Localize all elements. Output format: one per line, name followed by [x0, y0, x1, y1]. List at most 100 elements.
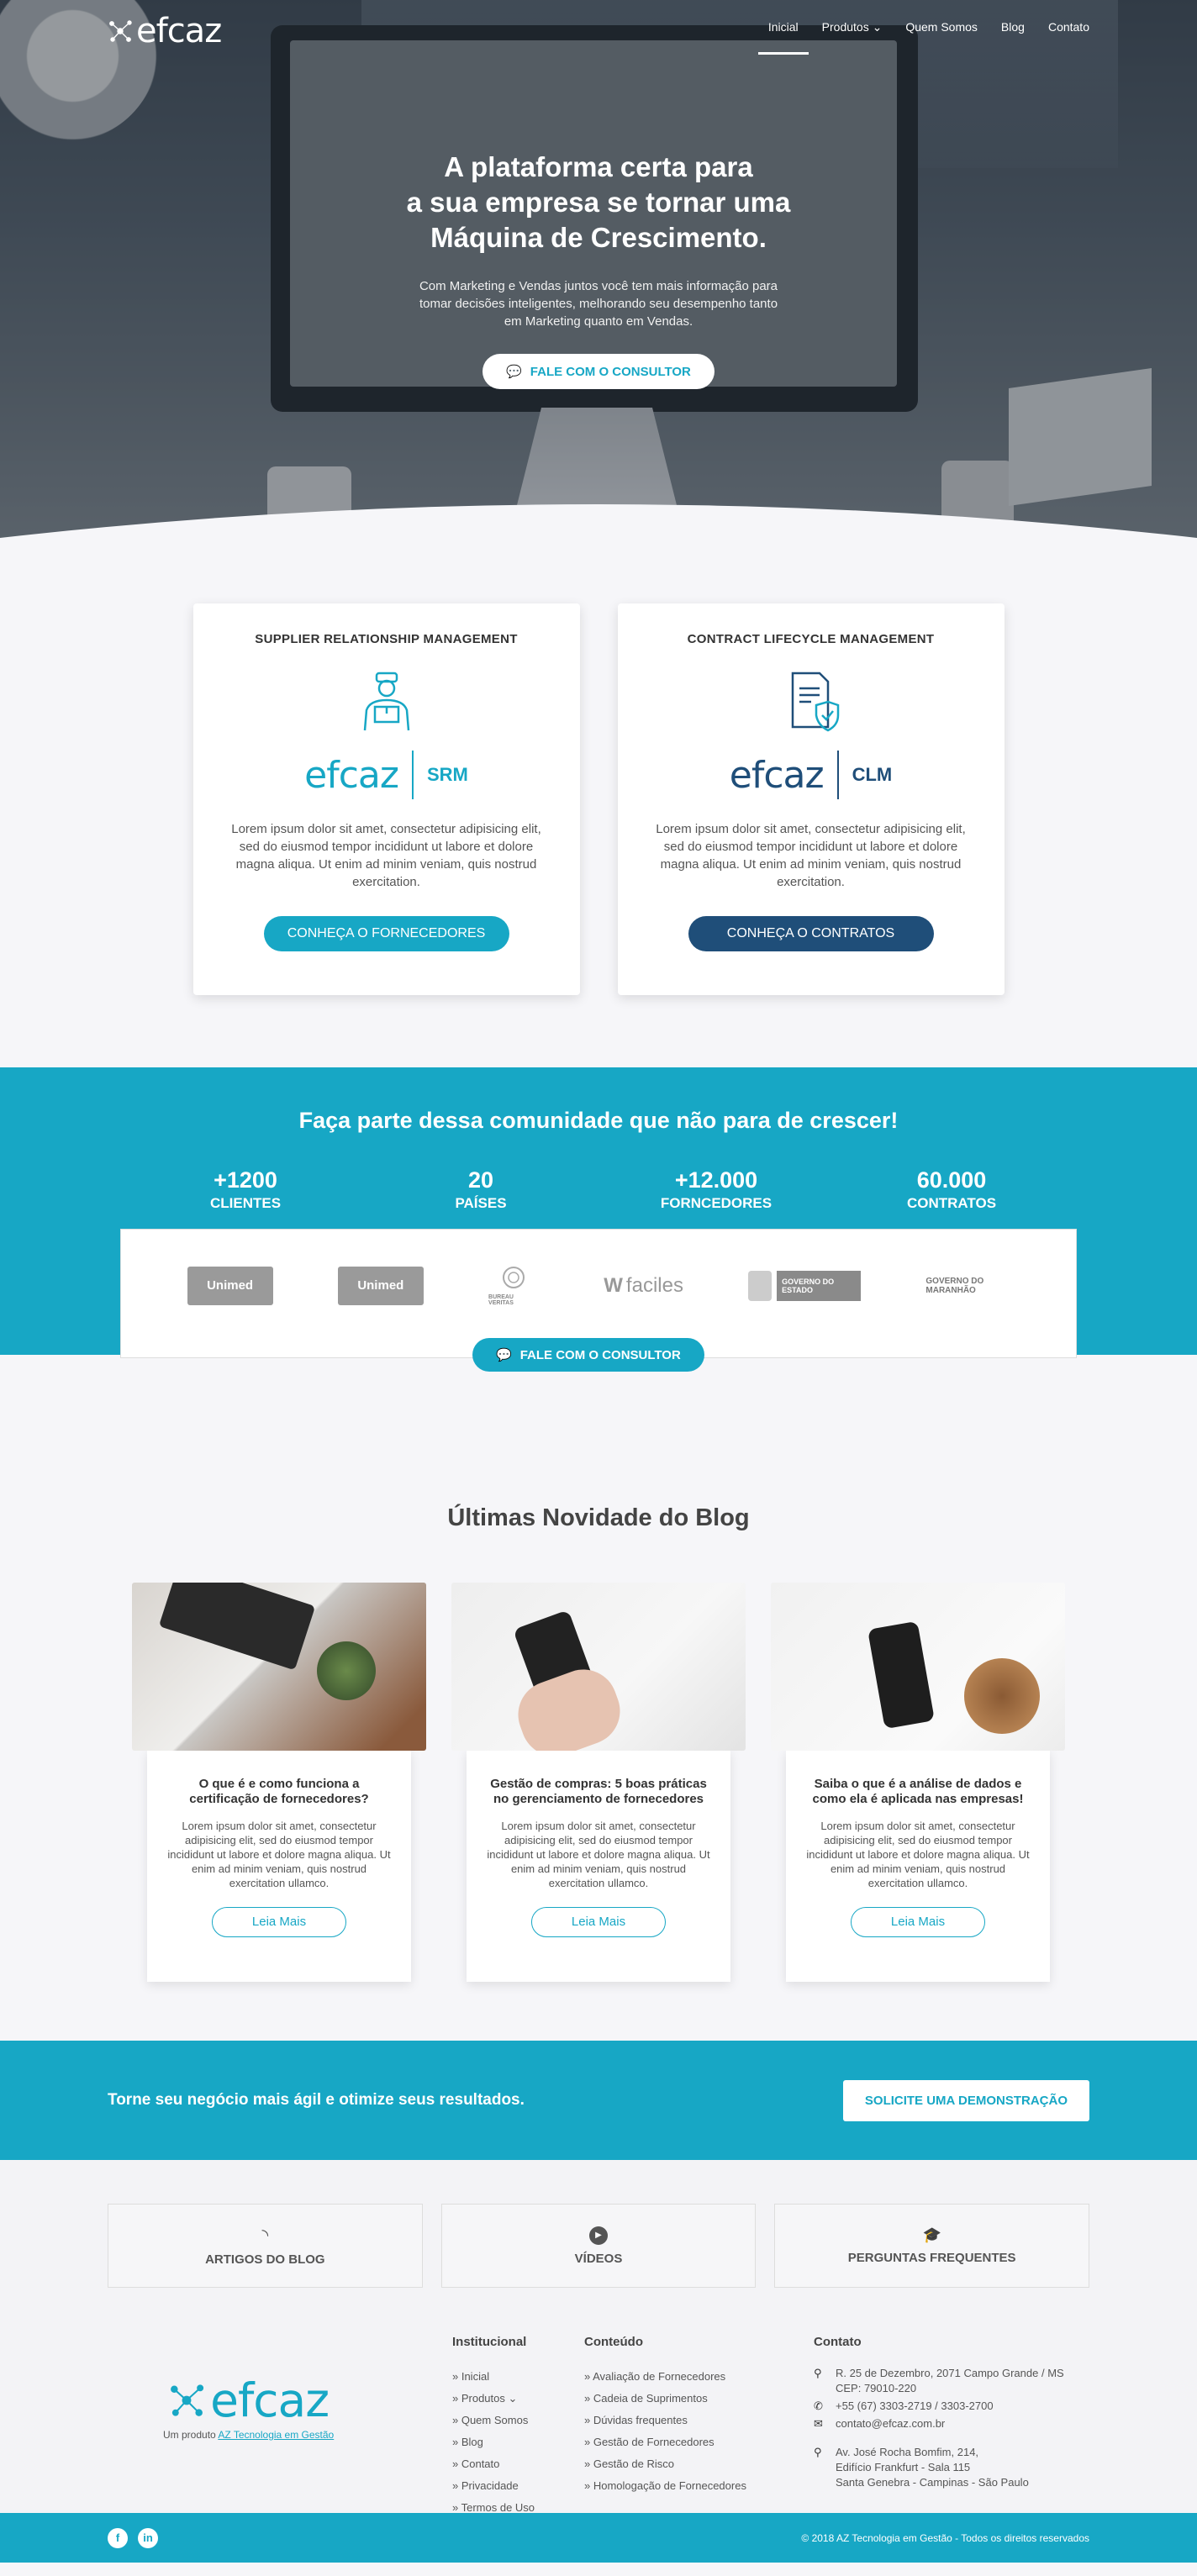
footer-link-homologacao[interactable]: » Homologação de Fornecedores	[584, 2475, 746, 2497]
footer-logo[interactable]: efcaz Um produto AZ Tecnologia em Gestão	[163, 2373, 334, 2441]
footer-link-gestao-fornecedores[interactable]: » Gestão de Fornecedores	[584, 2431, 746, 2453]
post-title[interactable]: Saiba o que é a análise de dados e como …	[804, 1777, 1031, 1807]
contact-address-ms: ⚲ R. 25 de Dezembro, 2071 Campo Grande / …	[814, 2366, 1064, 2396]
clm-learn-more-button[interactable]: CONHEÇA O CONTRATOS	[688, 916, 934, 951]
hero-text-line1: Com Marketing e Vendas juntos você tem m…	[419, 279, 778, 293]
post-image-phone[interactable]	[451, 1583, 746, 1751]
facebook-icon[interactable]: f	[108, 2527, 128, 2548]
partner-logo-governo-ma: GOVERNO DO MARANHÃO	[925, 1266, 1010, 1306]
product-card-srm: SUPPLIER RELATIONSHIP MANAGEMENT efcaz S…	[192, 603, 580, 995]
hero-text-line3: em Marketing quanto em Vendas.	[504, 314, 693, 329]
footer-link-duvidas[interactable]: » Dúvidas frequentes	[584, 2410, 746, 2431]
request-demo-button[interactable]: SOLICITE UMA DEMONSTRAÇÃO	[842, 2079, 1089, 2121]
stat-number: 20	[467, 1167, 494, 1193]
stat-contracts: 60.000 CONTRATOS	[834, 1167, 1069, 1212]
coat-of-arms-icon	[748, 1271, 773, 1301]
nav-item-inicial[interactable]: Inicial	[757, 20, 809, 55]
footer-link-avaliacao[interactable]: » Avaliação de Fornecedores	[584, 2366, 746, 2388]
contact-phone[interactable]: ✆ +55 (67) 3303-2719 / 3303-2700	[814, 2399, 1064, 2414]
address-text: Av. José Rocha Bomfim, 214, Edifício Fran…	[836, 2445, 1029, 2490]
footer-link-cadeia[interactable]: » Cadeia de Suprimentos	[584, 2388, 746, 2410]
product-code: SRM	[426, 764, 468, 785]
az-tecnologia-link[interactable]: AZ Tecnologia em Gestão	[218, 2429, 334, 2441]
logo[interactable]: efcaz	[108, 12, 222, 50]
srm-learn-more-button[interactable]: CONHEÇA O FORNECEDORES	[263, 916, 509, 951]
hero-text: Com Marketing e Vendas juntos você tem m…	[0, 277, 1197, 330]
footer: ◝ ARTIGOS DO BLOG ▶ VÍDEOS 🎓 PERGUNTAS F…	[0, 2160, 1197, 2563]
product-title: SUPPLIER RELATIONSHIP MANAGEMENT	[255, 632, 518, 646]
read-more-button[interactable]: Leia Mais	[851, 1907, 985, 1937]
main-nav: efcaz Inicial Produtos ⌄ Quem Somos Blog…	[0, 0, 1197, 59]
delivery-person-icon	[363, 672, 409, 731]
partner-name: faciles	[625, 1274, 683, 1297]
footer-link-contato[interactable]: » Contato	[452, 2453, 535, 2475]
nav-item-quem-somos[interactable]: Quem Somos	[905, 20, 978, 46]
faq-link[interactable]: 🎓 PERGUNTAS FREQUENTES	[774, 2204, 1090, 2288]
post-body: Gestão de compras: 5 boas práticas no ge…	[467, 1750, 730, 1982]
blog-post-card: Saiba o que é a análise de dados e como …	[771, 1583, 1065, 1982]
hand-shape	[509, 1660, 630, 1751]
post-image-laptop[interactable]	[132, 1583, 426, 1751]
map-pin-icon: ⚲	[814, 2367, 822, 2379]
logo-molecule-icon	[171, 2384, 204, 2416]
post-title[interactable]: Gestão de compras: 5 boas práticas no ge…	[485, 1777, 712, 1807]
coaster-shape	[964, 1658, 1040, 1734]
rss-icon: ◝	[261, 2226, 269, 2245]
stat-number: 60.000	[916, 1167, 987, 1193]
blog-post-card: Gestão de compras: 5 boas práticas no ge…	[451, 1583, 746, 1982]
footer-logo-text: efcaz	[210, 2373, 330, 2427]
footer-link-blog[interactable]: » Blog	[452, 2431, 535, 2453]
partner-logo-governo-ms: GOVERNO DO ESTADO	[748, 1266, 862, 1306]
cta-banner: Torne seu negócio mais ágil e otimize se…	[0, 2041, 1197, 2160]
videos-link[interactable]: ▶ VÍDEOS	[440, 2204, 757, 2288]
products-section: SUPPLIER RELATIONSHIP MANAGEMENT efcaz S…	[0, 563, 1197, 1067]
plant-shape	[317, 1641, 376, 1700]
blog-articles-link[interactable]: ◝ ARTIGOS DO BLOG	[108, 2204, 423, 2288]
linkedin-icon[interactable]: in	[138, 2527, 158, 2548]
cta-text: Torne seu negócio mais ágil e otimize se…	[108, 2091, 525, 2109]
post-image-phone-desk[interactable]	[771, 1583, 1065, 1751]
post-excerpt: Lorem ipsum dolor sit amet, consectetur …	[487, 1820, 710, 1889]
footer-links: » Inicial » Produtos ⌄ » Quem Somos » Bl…	[452, 2366, 535, 2519]
community-consultant-button[interactable]: 💬 FALE COM O CONSULTOR	[472, 1338, 704, 1372]
contact-list: ⚲ R. 25 de Dezembro, 2071 Campo Grande / …	[814, 2366, 1064, 2490]
footer-col-contato: Contato ⚲ R. 25 de Dezembro, 2071 Campo G…	[814, 2335, 1064, 2493]
stat-countries: 20 PAÍSES	[363, 1167, 598, 1212]
footer-col-conteudo: Conteúdo » Avaliação de Fornecedores » C…	[584, 2335, 746, 2497]
nav-item-produtos[interactable]: Produtos ⌄	[822, 20, 883, 46]
footer-link-quem-somos[interactable]: » Quem Somos	[452, 2410, 535, 2431]
footer-link-produtos[interactable]: » Produtos ⌄	[452, 2388, 535, 2410]
blog-section: Últimas Novidade do Blog O que é e como …	[0, 1504, 1197, 2041]
partner-logo-unimed: Unimed	[187, 1266, 273, 1306]
hero-title: A plataforma certa para a sua empresa se…	[0, 150, 1197, 255]
product-card-clm: CONTRACT LIFECYCLE MANAGEMENT efcaz CLM …	[617, 603, 1005, 995]
partner-logo-faciles: Wfaciles	[604, 1266, 683, 1306]
logo-text: efcaz	[136, 12, 222, 50]
nav-item-blog[interactable]: Blog	[1001, 20, 1025, 46]
read-more-button[interactable]: Leia Mais	[531, 1907, 666, 1937]
nav-item-contato[interactable]: Contato	[1048, 20, 1089, 46]
contact-email[interactable]: ✉ contato@efcaz.com.br	[814, 2416, 1064, 2431]
footer-link-privacidade[interactable]: » Privacidade	[452, 2475, 535, 2497]
footer-links: » Avaliação de Fornecedores » Cadeia de …	[584, 2366, 746, 2497]
partner-logo-unimed-2: Unimed	[337, 1266, 424, 1306]
hero: efcaz Inicial Produtos ⌄ Quem Somos Blog…	[0, 0, 1197, 563]
chevron-down-icon: ⌄	[508, 2392, 518, 2405]
partners-wrap: Unimed Unimed BUREAU VERITAS Wfaciles GO…	[0, 1229, 1197, 1503]
chat-icon: 💬	[496, 1348, 512, 1362]
footer-logo-mark: efcaz	[163, 2373, 334, 2427]
hero-consultant-label: FALE COM O CONSULTOR	[530, 364, 691, 379]
graduation-cap-icon: 🎓	[922, 2226, 941, 2243]
stat-number: +12.000	[674, 1167, 758, 1193]
read-more-button[interactable]: Leia Mais	[212, 1907, 346, 1937]
footer-link-gestao-risco[interactable]: » Gestão de Risco	[584, 2453, 746, 2475]
post-excerpt: Lorem ipsum dolor sit amet, consectetur …	[167, 1820, 391, 1889]
address-text: R. 25 de Dezembro, 2071 Campo Grande / M…	[836, 2366, 1064, 2396]
phone-shape	[867, 1620, 935, 1730]
hero-consultant-button[interactable]: 💬 FALE COM O CONSULTOR	[482, 354, 715, 389]
community-title: Faça parte dessa comunidade que não para…	[298, 1108, 899, 1133]
footer-link-inicial[interactable]: » Inicial	[452, 2366, 535, 2388]
nav-item-produtos-label: Produtos	[821, 20, 869, 34]
post-title[interactable]: O que é e como funciona a certificação d…	[166, 1777, 393, 1807]
footer-col-title: Institucional	[452, 2335, 527, 2349]
